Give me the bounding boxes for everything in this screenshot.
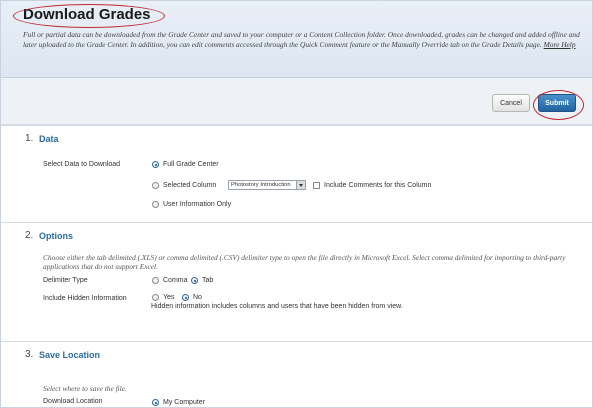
tab-label: Tab [202,277,214,284]
comma-radio[interactable] [152,277,159,284]
submit-annotation-circle [533,90,584,120]
user-info-label: User Information Only [163,201,232,208]
column-select[interactable]: Photostory Introduction [228,180,306,190]
tab-radio[interactable] [191,277,198,284]
options-description: Choose either the tab delimited (.XLS) o… [43,253,566,271]
section-number: 2. [25,230,34,241]
comma-label: Comma [163,277,188,284]
selected-column-radio[interactable] [152,182,159,189]
section-header: 2. Options [1,223,592,245]
select-data-label: Select Data to Download [43,161,121,168]
section-save-location: 3. Save Location Select where to save th… [1,341,592,407]
hidden-yes-radio[interactable] [152,294,159,301]
page-description: Full or partial data can be downloaded f… [23,30,583,50]
column-select-value: Photostory Introduction [231,182,291,188]
section-title: Options [39,231,73,241]
hidden-yes-label: Yes [163,294,175,301]
page-header: Download Grades Full or partial data can… [1,1,592,78]
include-comments-checkbox[interactable] [313,182,320,189]
include-hidden-label: Include Hidden Information [43,295,127,302]
delimiter-type-label: Delimiter Type [43,277,88,284]
section-header: 3. Save Location [1,342,592,364]
include-comments-label: Include Comments for this Column [324,182,432,189]
section-number: 1. [25,133,34,144]
selected-column-label: Selected Column [163,182,217,189]
full-grade-center-label: Full Grade Center [163,161,219,168]
download-location-label: Download Location [43,398,103,405]
cancel-button[interactable]: Cancel [492,94,530,112]
section-options: 2. Options Choose either the tab delimit… [1,222,592,341]
section-title: Data [39,134,59,144]
user-info-radio[interactable] [152,201,159,208]
section-number: 3. [25,349,34,360]
download-grades-page: Download Grades Full or partial data can… [0,0,593,408]
section-data: 1. Data Select Data to Download Full Gra… [1,125,592,222]
section-title: Save Location [39,350,101,360]
hidden-info-note: Hidden information includes columns and … [151,303,403,310]
save-location-description: Select where to save the file. [43,384,127,393]
more-help-link[interactable]: More Help [544,40,576,49]
my-computer-radio[interactable] [152,399,159,406]
title-annotation-circle [13,4,165,28]
description-text: Full or partial data can be downloaded f… [23,30,580,49]
hidden-no-label: No [193,294,202,301]
chevron-down-icon[interactable] [296,181,305,189]
hidden-no-radio[interactable] [182,294,189,301]
section-header: 1. Data [1,126,592,148]
my-computer-label: My Computer [163,399,206,406]
action-bar: Cancel Submit [1,78,592,125]
full-grade-center-radio[interactable] [152,161,159,168]
